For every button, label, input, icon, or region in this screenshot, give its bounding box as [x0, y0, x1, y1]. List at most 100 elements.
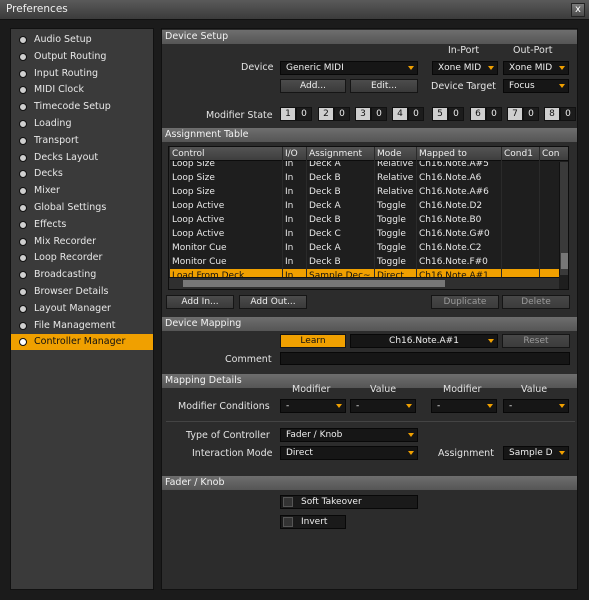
out-port-label: Out-Port: [513, 45, 553, 56]
modifier-2-dropdown[interactable]: -: [431, 399, 497, 413]
modifier-1-value: -: [286, 401, 290, 411]
out-port-value: Xone MID: [509, 63, 553, 73]
device-setup-header: Device Setup: [162, 30, 577, 44]
close-icon[interactable]: x: [571, 3, 585, 17]
table-row[interactable]: Loop Active In Deck A Toggle Ch16.Note.D2: [169, 199, 559, 213]
device-target-dropdown[interactable]: Focus: [503, 79, 569, 93]
modifier-state-3: 30: [355, 107, 387, 121]
sidebar-item-mix-recorder[interactable]: Mix Recorder: [11, 234, 153, 250]
column-header[interactable]: Mapped to: [416, 147, 501, 161]
add-out-button[interactable]: Add Out...: [239, 295, 307, 309]
table-row[interactable]: Loop Active In Deck C Toggle Ch16.Note.G#0: [169, 227, 559, 241]
type-of-controller-dropdown[interactable]: Fader / Knob: [280, 428, 418, 442]
chevron-down-icon: [408, 451, 414, 455]
sidebar-item-file-management[interactable]: File Management: [11, 318, 153, 334]
chevron-down-icon: [488, 66, 494, 70]
edit-device-button[interactable]: Edit...: [350, 79, 418, 93]
in-port-dropdown[interactable]: Xone MID: [432, 61, 498, 75]
device-dropdown[interactable]: Generic MIDI: [280, 61, 418, 75]
radio-icon: [19, 103, 27, 112]
sidebar-item-controller-manager[interactable]: Controller Manager: [11, 334, 153, 351]
sidebar-item-output-routing[interactable]: Output Routing: [11, 49, 153, 65]
mapped-to-dropdown[interactable]: Ch16.Note.A#1: [350, 334, 498, 348]
table-row[interactable]: Monitor Cue In Deck A Toggle Ch16.Note.C2: [169, 241, 559, 255]
column-header[interactable]: Mode: [374, 147, 416, 161]
scroll-thumb[interactable]: [183, 280, 445, 287]
table-cell: Ch16.Note.D2: [416, 199, 501, 213]
table-cell: [501, 213, 539, 227]
sidebar-item-midi-clock[interactable]: MIDI Clock: [11, 82, 153, 98]
table-vertical-scrollbar[interactable]: [559, 162, 568, 275]
sidebar-item-label: Timecode Setup: [34, 101, 111, 113]
chevron-down-icon: [488, 339, 494, 343]
sidebar-item-global-settings[interactable]: Global Settings: [11, 200, 153, 216]
table-cell: Ch16.Note.F#0: [416, 255, 501, 269]
add-device-button[interactable]: Add...: [280, 79, 346, 93]
chevron-down-icon: [487, 404, 493, 408]
soft-takeover-toggle[interactable]: Soft Takeover: [280, 495, 418, 509]
modifier-state-6: 60: [470, 107, 502, 121]
sidebar-item-decks[interactable]: Decks: [11, 166, 153, 182]
radio-icon: [19, 204, 27, 212]
table-cell: [539, 185, 559, 199]
invert-toggle[interactable]: Invert: [280, 515, 346, 529]
scroll-thumb[interactable]: [561, 253, 568, 269]
add-in-button[interactable]: Add In...: [166, 295, 234, 309]
sidebar-item-loading[interactable]: Loading: [11, 116, 153, 132]
sidebar-item-label: Global Settings: [34, 202, 107, 213]
sidebar-item-input-routing[interactable]: Input Routing: [11, 66, 153, 82]
radio-icon: [19, 69, 27, 78]
interaction-mode-dropdown[interactable]: Direct: [280, 446, 418, 460]
modifier-number: 8: [544, 107, 560, 121]
table-cell: In: [282, 199, 306, 213]
sidebar-item-timecode-setup[interactable]: Timecode Setup: [11, 99, 153, 115]
table-row[interactable]: Loop Active In Deck B Toggle Ch16.Note.B0: [169, 213, 559, 227]
sidebar-item-label: Mix Recorder: [34, 235, 97, 247]
assignment-dropdown[interactable]: Sample D: [503, 446, 569, 460]
delete-button[interactable]: Delete: [502, 295, 570, 309]
table-row[interactable]: Loop Size In Deck B Relative Ch16.Note.A#6: [169, 185, 559, 199]
sidebar-item-effects[interactable]: Effects: [11, 217, 153, 233]
sidebar-item-layout-manager[interactable]: Layout Manager: [11, 301, 153, 317]
modifier-value: 0: [486, 107, 502, 121]
table-cell: In: [282, 185, 306, 199]
reset-button[interactable]: Reset: [502, 334, 570, 348]
table-cell: [539, 213, 559, 227]
table-cell: Deck A: [306, 241, 374, 255]
table-cell: In: [282, 213, 306, 227]
chevron-down-icon: [559, 451, 565, 455]
sidebar-item-label: Layout Manager: [34, 302, 111, 314]
comment-input[interactable]: [280, 352, 570, 365]
sidebar-item-browser-details[interactable]: Browser Details: [11, 284, 153, 300]
table-horizontal-scrollbar[interactable]: [169, 277, 559, 289]
sidebar-item-audio-setup[interactable]: Audio Setup: [11, 32, 153, 48]
sidebar-item-loop-recorder[interactable]: Loop Recorder: [11, 250, 153, 266]
modifier-state-8: 80: [544, 107, 576, 121]
sidebar-item-label: Controller Manager: [34, 336, 126, 348]
table-row[interactable]: Monitor Cue In Deck B Toggle Ch16.Note.F#0: [169, 255, 559, 269]
out-port-dropdown[interactable]: Xone MID: [503, 61, 569, 75]
device-label: Device: [241, 62, 274, 73]
sidebar-item-mixer[interactable]: Mixer: [11, 183, 153, 199]
table-cell: Ch16.Note.G#0: [416, 227, 501, 241]
table-cell: Deck B: [306, 213, 374, 227]
column-header[interactable]: Control: [169, 147, 282, 161]
table-cell: Toggle: [374, 255, 416, 269]
table-row[interactable]: Loop Size In Deck B Relative Ch16.Note.A6: [169, 171, 559, 185]
value-2-dropdown[interactable]: -: [503, 399, 569, 413]
column-header[interactable]: Con: [539, 147, 559, 161]
value-1-dropdown[interactable]: -: [350, 399, 416, 413]
table-cell: Ch16.Note.B0: [416, 213, 501, 227]
modifier-1-dropdown[interactable]: -: [280, 399, 346, 413]
column-header[interactable]: I/O: [282, 147, 306, 161]
modifier-value: 0: [334, 107, 350, 121]
device-value: Generic MIDI: [286, 63, 344, 73]
sidebar-item-transport[interactable]: Transport: [11, 133, 153, 149]
duplicate-button[interactable]: Duplicate: [431, 295, 499, 309]
column-header[interactable]: Cond1: [501, 147, 539, 161]
sidebar-item-broadcasting[interactable]: Broadcasting: [11, 267, 153, 283]
table-cell: Loop Size: [169, 185, 282, 199]
sidebar-item-decks-layout[interactable]: Decks Layout: [11, 150, 153, 166]
column-header[interactable]: Assignment: [306, 147, 374, 161]
learn-button[interactable]: Learn: [280, 334, 346, 348]
